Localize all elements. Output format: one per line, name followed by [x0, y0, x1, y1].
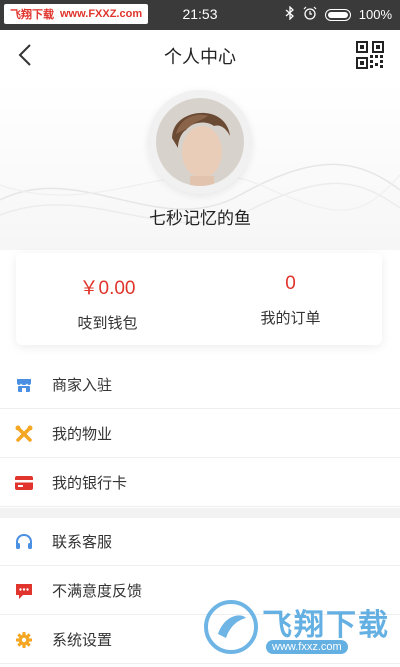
gear-icon	[14, 630, 34, 650]
watermark-logo: 飞翔下载 www.fxxz.com	[200, 596, 396, 662]
header: 个人中心	[0, 30, 400, 80]
qr-code-button[interactable]	[356, 41, 384, 69]
wallet-label: 吱到钱包	[77, 314, 138, 332]
menu-item-label: 我的银行卡	[52, 474, 128, 492]
stats-card: ￥0.00 吱到钱包 0 我的订单	[16, 253, 382, 345]
menu-group-1: 商家入驻 我的物业 我的银行卡	[0, 360, 400, 507]
menu-item-customer-service[interactable]: 联系客服	[0, 517, 400, 566]
menu-item-label: 联系客服	[52, 533, 113, 551]
watermark-emblem-icon	[204, 600, 258, 654]
page-title: 个人中心	[164, 47, 236, 68]
wallet-stat[interactable]: ￥0.00 吱到钱包	[16, 253, 199, 345]
avatar[interactable]	[156, 98, 244, 186]
battery-icon	[324, 8, 351, 21]
profile-section: 七秒记忆的鱼	[0, 80, 400, 250]
menu-item-bank-card[interactable]: 我的银行卡	[0, 458, 400, 507]
menu-item-label: 系统设置	[52, 631, 113, 649]
orders-label: 我的订单	[260, 309, 321, 327]
menu-item-merchant-join[interactable]: 商家入驻	[0, 360, 400, 409]
wallet-balance: ￥0.00	[79, 278, 136, 299]
status-bar: 飞翔下载 www.FXXZ.com 21:53 100%	[0, 0, 400, 30]
store-icon	[14, 375, 34, 395]
battery-level: 100%	[358, 7, 392, 22]
bluetooth-icon	[285, 5, 295, 23]
qr-code-icon	[356, 41, 384, 69]
feedback-icon	[14, 581, 34, 601]
menu-item-label: 商家入驻	[52, 376, 113, 394]
status-icons: 100%	[285, 5, 392, 23]
tools-icon	[14, 424, 34, 444]
orders-stat[interactable]: 0 我的订单	[199, 253, 382, 345]
watermark-url: www.fxxz.com	[266, 640, 348, 654]
username: 七秒记忆的鱼	[149, 209, 251, 229]
menu-item-my-property[interactable]: 我的物业	[0, 409, 400, 458]
bank-card-icon	[14, 473, 34, 493]
alarm-icon	[303, 6, 317, 23]
orders-count: 0	[285, 273, 296, 294]
headset-icon	[14, 532, 34, 552]
menu-item-label: 不满意度反馈	[52, 582, 143, 600]
menu-item-label: 我的物业	[52, 425, 113, 443]
avatar-frame	[148, 90, 252, 194]
watermark-title: 飞翔下载	[262, 608, 390, 643]
